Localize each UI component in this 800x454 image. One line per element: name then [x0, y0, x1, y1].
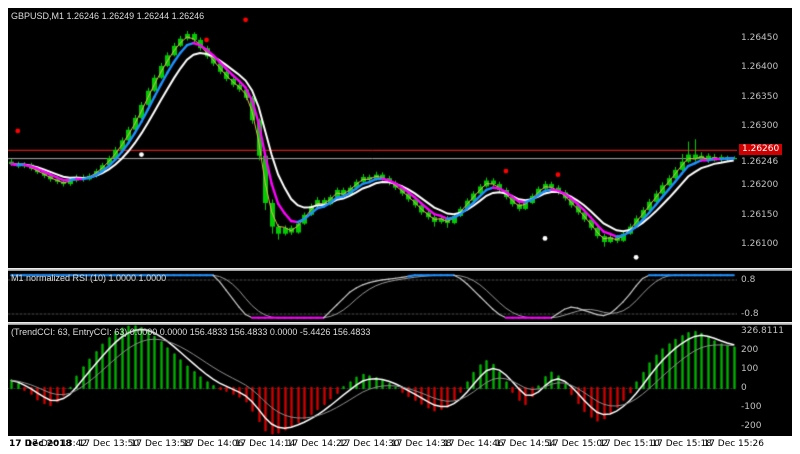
cci-tick-label: -100 — [741, 401, 762, 412]
panel-splitter[interactable] — [8, 322, 792, 325]
ohlc-readout: 1.26246 1.26249 1.26244 1.26246 — [66, 11, 205, 21]
price-tick-label: 1.26300 — [741, 121, 779, 132]
cci-tick-label: 200 — [741, 345, 759, 356]
cci-tick-label: -200 — [741, 420, 762, 431]
price-tick-label: 1.26200 — [741, 180, 779, 191]
cci-tick-label: 100 — [741, 364, 759, 375]
rsi-tick-label: 0.8 — [741, 274, 756, 285]
price-tick-label: 1.26150 — [741, 209, 779, 220]
symbol-ohlc-label: GBPUSD,M1 1.26246 1.26249 1.26244 1.2624… — [11, 11, 204, 21]
cci-indicator-label: (TrendCCI: 63, EntryCCI: 63) 0.0000 0.00… — [11, 327, 371, 337]
price-chart-canvas[interactable] — [8, 8, 737, 436]
time-axis[interactable]: 17 Dec 2018 17 Dec 13:42 17 Dec 13:50 17 De… — [8, 436, 792, 454]
time-tick-label: 17 Dec 15:26 — [703, 439, 764, 449]
price-tick-label: 1.26400 — [741, 62, 779, 73]
panel-splitter[interactable] — [8, 268, 792, 271]
symbol-timeframe-label: GBPUSD,M1 — [11, 11, 65, 21]
price-tick-label: 1.26350 — [741, 91, 779, 102]
ask-price-badge: 1.26260 — [739, 143, 783, 155]
price-tick-label: 1.26100 — [741, 239, 779, 250]
mt4-chart-window: GBPUSD,M1 1.26246 1.26249 1.26244 1.2624… — [0, 0, 800, 454]
rsi-indicator-label: M1 normalized RSI (10) 1.0000 1.0000 — [11, 273, 167, 283]
price-tick-label: 1.26450 — [741, 32, 779, 43]
price-axis[interactable]: 1.26450 1.26400 1.26350 1.26300 1.26200 1.261… — [737, 8, 792, 436]
plot-area: GBPUSD,M1 1.26246 1.26249 1.26244 1.2624… — [8, 8, 737, 436]
chart-frame: GBPUSD,M1 1.26246 1.26249 1.26244 1.2624… — [8, 8, 792, 436]
cci-tick-label: 0 — [741, 383, 747, 394]
rsi-tick-label: -0.8 — [741, 308, 759, 319]
bid-price-label: 1.26246 — [741, 157, 779, 168]
cci-tick-label: 326.8111 — [741, 326, 784, 336]
